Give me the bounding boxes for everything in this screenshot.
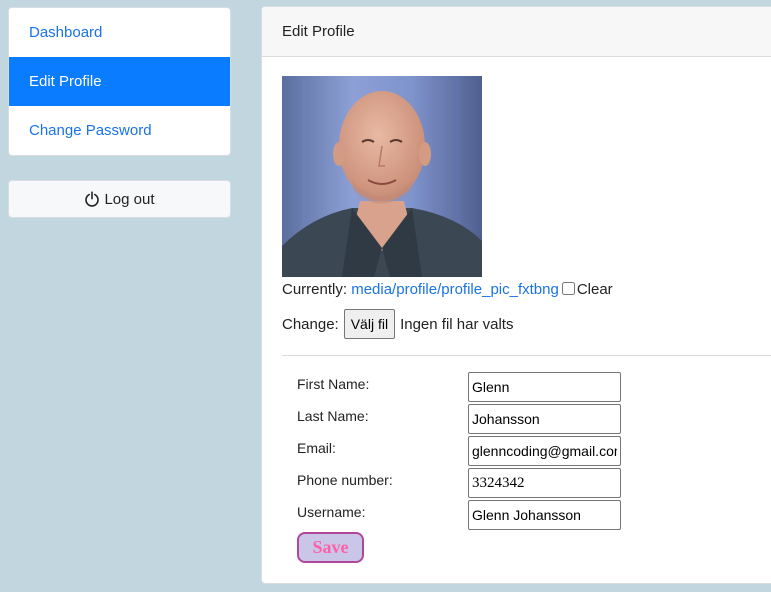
sidebar-item-change-password[interactable]: Change Password [9,106,230,155]
divider [282,355,771,356]
phone-field[interactable] [468,468,621,498]
email-label: Email: [297,440,336,456]
phone-label: Phone number: [297,472,393,488]
clear-label: Clear [576,281,613,298]
logout-label: Log out [104,190,155,208]
change-label: Change: [282,315,339,333]
power-icon [85,191,100,207]
sidebar: Dashboard Edit Profile Change Password L… [8,7,231,218]
sidebar-item-edit-profile[interactable]: Edit Profile [9,57,230,106]
current-photo-link[interactable]: media/profile/profile_pic_fxtbng [351,281,559,298]
username-field[interactable] [468,500,621,530]
sidebar-item-dashboard[interactable]: Dashboard [9,8,230,57]
last-name-label: Last Name: [297,408,369,424]
first-name-label: First Name: [297,376,370,392]
choose-file-button[interactable]: Välj fil [343,309,396,339]
username-label: Username: [297,504,366,520]
current-photo-row: Currently: media/profile/profile_pic_fxt… [282,281,613,298]
last-name-field[interactable] [468,404,621,434]
currently-label: Currently: [282,281,348,298]
clear-photo-checkbox[interactable] [561,282,575,295]
save-button[interactable]: Save [297,532,364,563]
sidebar-nav: Dashboard Edit Profile Change Password [8,7,231,156]
card-title: Edit Profile [262,7,771,57]
logout-button[interactable]: Log out [8,180,231,218]
email-field[interactable] [468,436,621,466]
edit-profile-card: Edit Profile Currently: media/profile/pr… [261,6,771,584]
change-photo-row: Change: Välj fil Ingen fil har valts [282,309,513,339]
profile-photo [282,76,482,277]
first-name-field[interactable] [468,372,621,402]
no-file-text: Ingen fil har valts [400,315,514,333]
